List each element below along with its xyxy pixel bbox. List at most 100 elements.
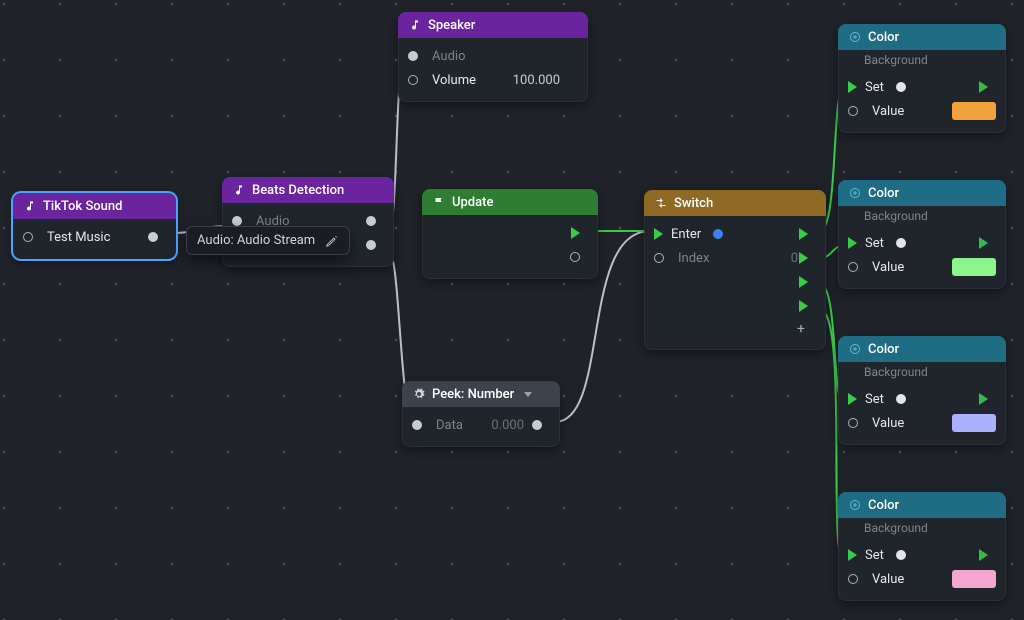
flag-icon: [432, 195, 446, 209]
node-subtitle: Background: [838, 518, 1006, 537]
node-title: Color: [868, 186, 899, 201]
node-color-1[interactable]: Color Background Set Value: [838, 24, 1006, 133]
exec-output-3[interactable]: [799, 276, 808, 288]
output-port-1[interactable]: [366, 216, 376, 226]
node-subtitle: Background: [838, 50, 1006, 69]
node-title: Speaker: [428, 18, 475, 33]
node-header[interactable]: Color: [838, 336, 1006, 362]
value-label: Value: [872, 416, 904, 431]
node-header[interactable]: Color: [838, 180, 1006, 206]
node-tiktok-sound[interactable]: TikTok Sound Test Music: [13, 193, 176, 259]
exec-output[interactable]: [979, 393, 988, 405]
value-label: Value: [872, 260, 904, 275]
node-color-3[interactable]: Color Background Set Value: [838, 336, 1006, 445]
node-title: Color: [868, 342, 899, 357]
exec-output[interactable]: [979, 549, 988, 561]
music-icon: [23, 199, 37, 213]
set-exec-input[interactable]: [848, 549, 857, 561]
node-title: TikTok Sound: [43, 199, 122, 214]
exec-output-2[interactable]: [799, 252, 808, 264]
tooltip-text: Audio: Audio Stream: [197, 233, 315, 248]
node-header[interactable]: Speaker: [398, 12, 588, 38]
set-exec-input[interactable]: [848, 81, 857, 93]
plus-circle-icon: [848, 30, 862, 44]
enter-label: Enter: [671, 227, 701, 242]
node-header[interactable]: Beats Detection: [222, 177, 394, 203]
data-output-port[interactable]: [532, 420, 542, 430]
node-header[interactable]: Switch: [644, 190, 826, 216]
value-input-port[interactable]: [848, 106, 858, 116]
volume-label: Volume: [432, 73, 476, 88]
exec-output-1[interactable]: [799, 228, 808, 240]
gear-icon: [412, 387, 426, 401]
node-header[interactable]: TikTok Sound: [13, 193, 176, 219]
exec-output[interactable]: [979, 81, 988, 93]
enter-status-dot: [713, 229, 723, 239]
value-label: Value: [872, 104, 904, 119]
color-swatch[interactable]: [952, 570, 996, 588]
node-color-2[interactable]: Color Background Set Value: [838, 180, 1006, 289]
node-subtitle: Background: [838, 206, 1006, 225]
add-output-button[interactable]: +: [794, 322, 808, 336]
tooltip-audio-stream: Audio: Audio Stream: [186, 226, 350, 255]
exec-output[interactable]: [979, 237, 988, 249]
node-header[interactable]: Color: [838, 492, 1006, 518]
data-input-port[interactable]: [412, 420, 422, 430]
node-subtitle: Background: [838, 362, 1006, 381]
value-input-port[interactable]: [848, 418, 858, 428]
enter-exec-input[interactable]: [654, 228, 663, 240]
node-header[interactable]: Color: [838, 24, 1006, 50]
node-header[interactable]: Peek: Number: [402, 381, 560, 407]
audio-input-port[interactable]: [232, 216, 242, 226]
exec-output-4[interactable]: [799, 300, 808, 312]
color-swatch[interactable]: [952, 414, 996, 432]
plus-circle-icon: [848, 498, 862, 512]
node-title: Color: [868, 498, 899, 513]
node-header[interactable]: Update: [422, 189, 598, 215]
pencil-icon[interactable]: [325, 234, 339, 248]
music-icon: [232, 183, 246, 197]
node-title: Beats Detection: [252, 183, 344, 198]
value-label: Value: [872, 572, 904, 587]
volume-input-port[interactable]: [408, 75, 418, 85]
value-input-port[interactable]: [848, 262, 858, 272]
data-label: Data: [436, 418, 463, 433]
output-port[interactable]: [570, 252, 580, 262]
output-label: Test Music: [47, 230, 110, 245]
node-title: Peek: Number: [432, 387, 514, 402]
set-exec-input[interactable]: [848, 237, 857, 249]
node-title: Switch: [674, 196, 713, 211]
audio-input-port[interactable]: [408, 51, 418, 61]
node-title: Color: [868, 30, 899, 45]
input-port[interactable]: [23, 232, 33, 242]
set-exec-input[interactable]: [848, 393, 857, 405]
value-input-port[interactable]: [848, 574, 858, 584]
index-label: Index: [678, 251, 709, 266]
node-speaker[interactable]: Speaker Audio Volume 100.000: [398, 12, 588, 102]
set-label: Set: [865, 80, 884, 95]
chevron-down-icon[interactable]: [524, 392, 532, 397]
set-label: Set: [865, 392, 884, 407]
volume-value[interactable]: 100.000: [513, 73, 578, 88]
set-label: Set: [865, 236, 884, 251]
plus-circle-icon: [848, 342, 862, 356]
plus-circle-icon: [848, 186, 862, 200]
node-update[interactable]: Update: [422, 189, 598, 279]
set-label: Set: [865, 548, 884, 563]
set-status-dot: [896, 238, 906, 248]
output-port[interactable]: [148, 232, 158, 242]
set-status-dot: [896, 82, 906, 92]
set-status-dot: [896, 550, 906, 560]
node-color-4[interactable]: Color Background Set Value: [838, 492, 1006, 601]
set-status-dot: [896, 394, 906, 404]
audio-label: Audio: [432, 49, 465, 64]
output-port-2[interactable]: [366, 240, 376, 250]
index-input-port[interactable]: [654, 253, 664, 263]
color-swatch[interactable]: [952, 102, 996, 120]
node-peek-number[interactable]: Peek: Number Data 0.000: [402, 381, 560, 447]
node-title: Update: [452, 195, 493, 210]
music-icon: [408, 18, 422, 32]
node-switch[interactable]: Switch Enter Index 0 +: [644, 190, 826, 350]
color-swatch[interactable]: [952, 258, 996, 276]
exec-output[interactable]: [571, 227, 580, 239]
